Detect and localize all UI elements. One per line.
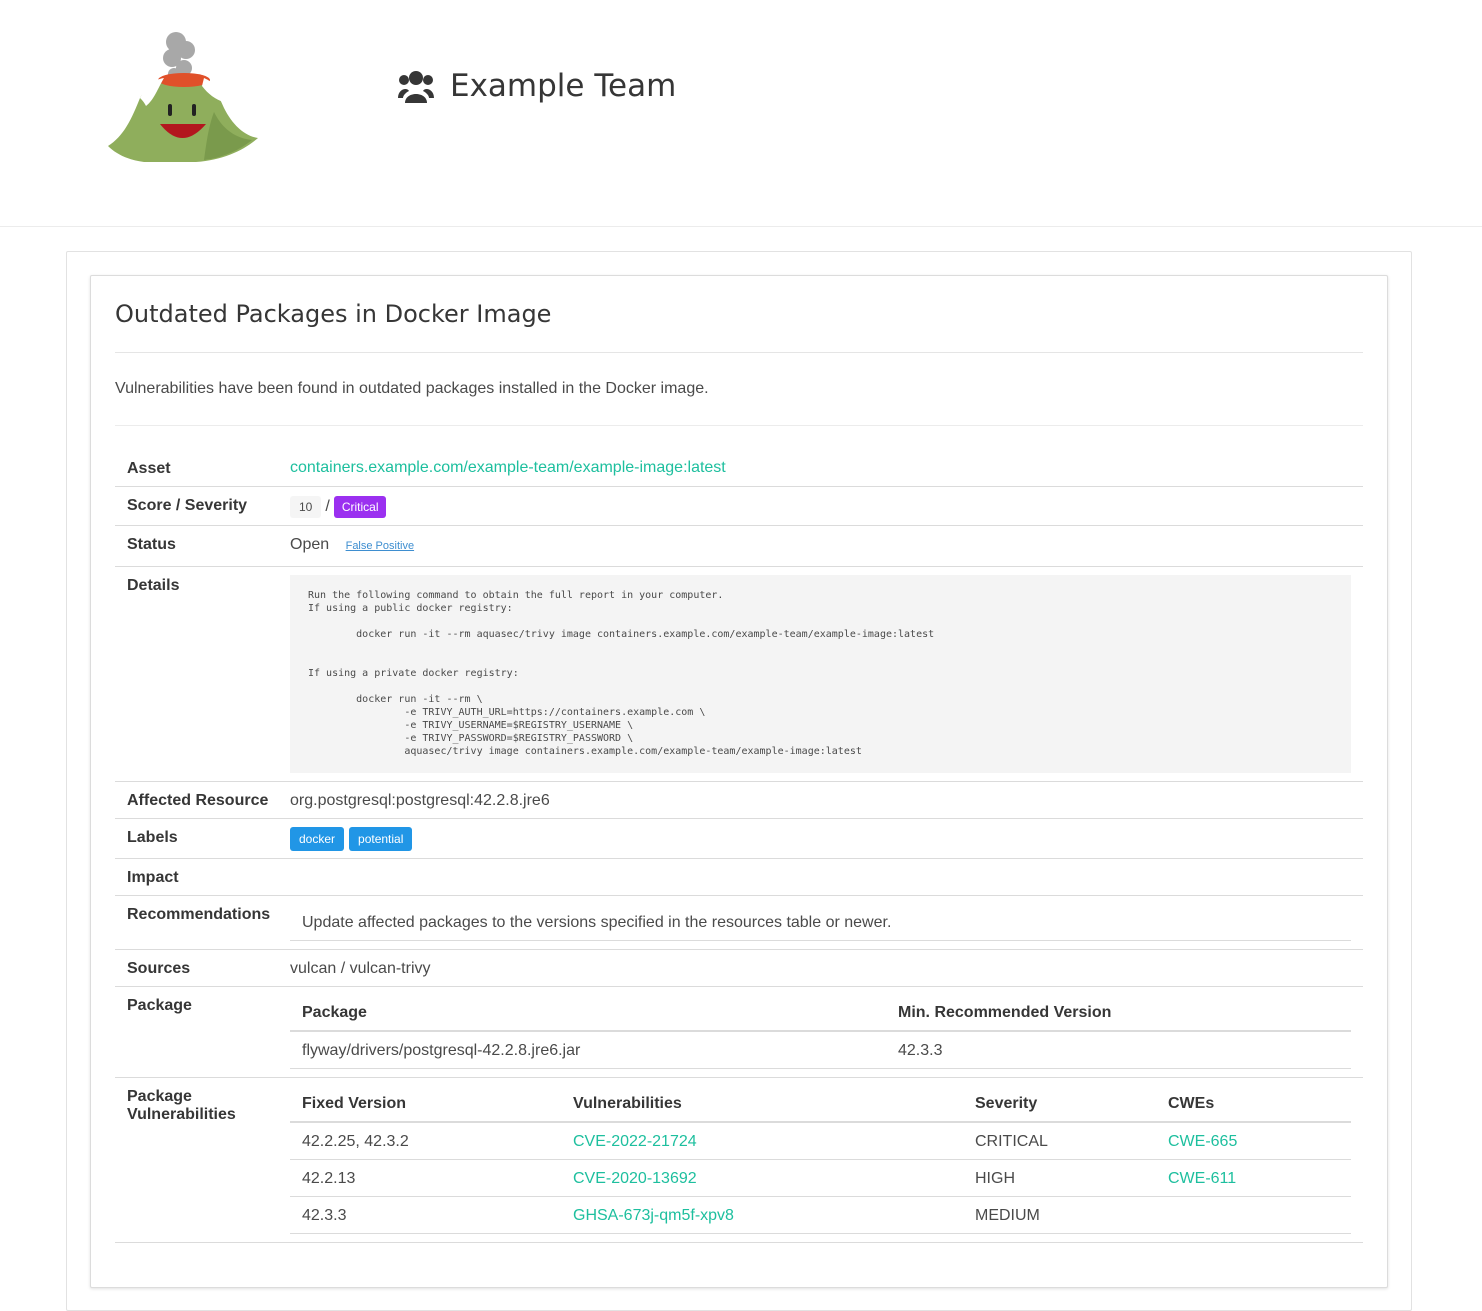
min-version-cell: 42.3.3 bbox=[886, 1031, 1351, 1069]
vulnerability-link[interactable]: CVE-2020-13692 bbox=[573, 1170, 697, 1187]
status-value: Open bbox=[290, 536, 330, 553]
cwe-cell bbox=[1156, 1196, 1351, 1234]
details-command-block: Run the following command to obtain the … bbox=[290, 575, 1351, 773]
score-separator: / bbox=[325, 498, 330, 515]
severity-badge: Critical bbox=[333, 496, 387, 518]
cwe-link[interactable]: CWE-665 bbox=[1168, 1133, 1237, 1150]
recommendations-label: Recommendations bbox=[115, 895, 290, 950]
volcano-mascot-logo[interactable] bbox=[104, 28, 260, 168]
score-badge: 10 bbox=[290, 496, 322, 518]
sources-label: Sources bbox=[115, 949, 290, 987]
package-vulnerabilities-row: Package Vulnerabilities Fixed Version Vu… bbox=[115, 1077, 1363, 1243]
status-row: Status Open False Positive bbox=[115, 525, 1363, 567]
sources-value: vulcan / vulcan-trivy bbox=[290, 949, 1363, 987]
label-tag-potential[interactable]: potential bbox=[349, 827, 413, 851]
package-row: Package Package Min. Recommended Version… bbox=[115, 986, 1363, 1078]
column-header-vulnerabilities: Vulnerabilities bbox=[561, 1086, 963, 1123]
recommendations-row: Recommendations Update affected packages… bbox=[115, 895, 1363, 950]
vulnerability-link[interactable]: CVE-2022-21724 bbox=[573, 1133, 697, 1150]
impact-row: Impact bbox=[115, 858, 1363, 896]
affected-resource-row: Affected Resource org.postgresql:postgre… bbox=[115, 781, 1363, 819]
severity-cell: MEDIUM bbox=[963, 1196, 1156, 1234]
package-name-cell: flyway/drivers/postgresql-42.2.8.jre6.ja… bbox=[290, 1031, 886, 1069]
false-positive-link[interactable]: False Positive bbox=[346, 540, 414, 552]
details-row: Details Run the following command to obt… bbox=[115, 566, 1363, 782]
fixed-version-cell: 42.2.25, 42.3.2 bbox=[290, 1122, 561, 1160]
finding-description: Vulnerabilities have been found in outda… bbox=[115, 353, 1363, 426]
team-name: Example Team bbox=[450, 68, 677, 104]
package-label: Package bbox=[115, 986, 290, 1078]
column-header-cwes: CWEs bbox=[1156, 1086, 1351, 1123]
package-table-header: Package Min. Recommended Version bbox=[290, 995, 1351, 1032]
users-icon bbox=[398, 71, 434, 103]
labels-row: Labels docker potential bbox=[115, 818, 1363, 859]
finding-details-table: Asset containers.example.com/example-tea… bbox=[115, 450, 1363, 1243]
column-header-severity: Severity bbox=[963, 1086, 1156, 1123]
label-tag-docker[interactable]: docker bbox=[290, 827, 345, 851]
vulnerability-link[interactable]: GHSA-673j-qm5f-xpv8 bbox=[573, 1207, 734, 1224]
fixed-version-cell: 42.3.3 bbox=[290, 1196, 561, 1234]
cwe-link[interactable]: CWE-611 bbox=[1168, 1170, 1236, 1187]
table-row: 42.2.25, 42.3.2 CVE-2022-21724 CRITICAL … bbox=[290, 1122, 1351, 1160]
severity-cell: HIGH bbox=[963, 1159, 1156, 1197]
affected-resource-label: Affected Resource bbox=[115, 781, 290, 819]
column-header-package: Package bbox=[290, 995, 886, 1032]
sources-row: Sources vulcan / vulcan-trivy bbox=[115, 949, 1363, 987]
vulnerabilities-table: Fixed Version Vulnerabilities Severity C… bbox=[290, 1086, 1351, 1234]
severity-cell: CRITICAL bbox=[963, 1122, 1156, 1160]
affected-resource-value: org.postgresql:postgresql:42.2.8.jre6 bbox=[290, 781, 1363, 819]
labels-label: Labels bbox=[115, 818, 290, 859]
package-vulnerabilities-label: Package Vulnerabilities bbox=[115, 1077, 290, 1243]
column-header-min-version: Min. Recommended Version bbox=[886, 995, 1351, 1032]
asset-link[interactable]: containers.example.com/example-team/exam… bbox=[290, 459, 726, 476]
vulnerabilities-table-header: Fixed Version Vulnerabilities Severity C… bbox=[290, 1086, 1351, 1123]
finding-title: Outdated Packages in Docker Image bbox=[115, 276, 1363, 353]
impact-value bbox=[290, 858, 1363, 896]
details-label: Details bbox=[115, 566, 290, 782]
package-table: Package Min. Recommended Version flyway/… bbox=[290, 995, 1351, 1069]
recommendation-item: Update affected packages to the versions… bbox=[290, 896, 1351, 941]
column-header-fixed-version: Fixed Version bbox=[290, 1086, 561, 1123]
fixed-version-cell: 42.2.13 bbox=[290, 1159, 561, 1197]
table-row: flyway/drivers/postgresql-42.2.8.jre6.ja… bbox=[290, 1031, 1351, 1069]
asset-row: Asset containers.example.com/example-tea… bbox=[115, 450, 1363, 487]
asset-label: Asset bbox=[115, 450, 290, 487]
status-label: Status bbox=[115, 525, 290, 567]
impact-label: Impact bbox=[115, 858, 290, 896]
finding-card: Outdated Packages in Docker Image Vulner… bbox=[90, 275, 1388, 1288]
page-header: Example Team bbox=[0, 0, 1482, 227]
score-severity-row: Score / Severity 10/Critical bbox=[115, 486, 1363, 526]
table-row: 42.2.13 CVE-2020-13692 HIGH CWE-611 bbox=[290, 1159, 1351, 1197]
score-severity-label: Score / Severity bbox=[115, 486, 290, 526]
table-row: 42.3.3 GHSA-673j-qm5f-xpv8 MEDIUM bbox=[290, 1196, 1351, 1234]
team-title: Example Team bbox=[398, 68, 676, 104]
